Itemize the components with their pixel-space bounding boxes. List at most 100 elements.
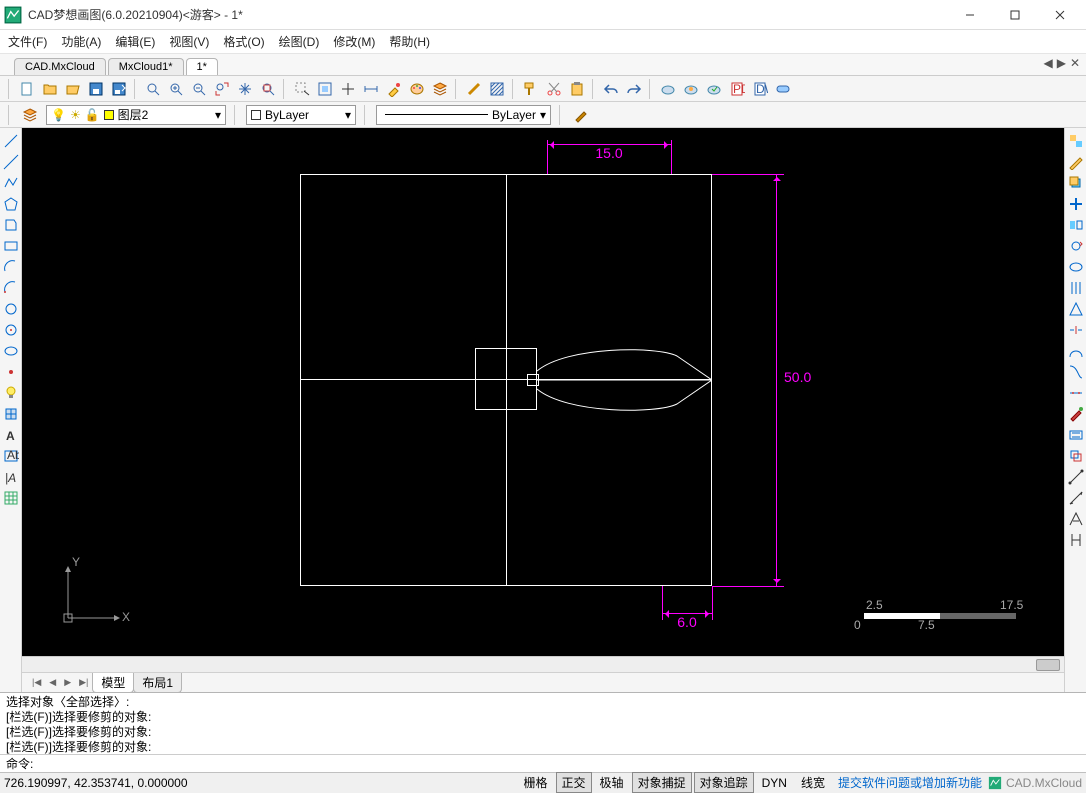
r-rect4-icon[interactable] — [1067, 447, 1085, 465]
r-dimH-icon[interactable] — [1067, 531, 1085, 549]
pan-icon[interactable] — [235, 79, 255, 99]
r-div-icon[interactable] — [1067, 384, 1085, 402]
point-icon[interactable] — [2, 363, 20, 381]
circle-icon[interactable] — [2, 300, 20, 318]
plus-icon[interactable] — [1067, 195, 1085, 213]
cloud3-icon[interactable] — [704, 79, 724, 99]
select-icon[interactable] — [292, 79, 312, 99]
scroll-thumb[interactable] — [1036, 659, 1060, 671]
dwg-icon[interactable]: DW — [750, 79, 770, 99]
new-icon[interactable] — [17, 79, 37, 99]
menu-file[interactable]: 文件(F) — [8, 33, 47, 50]
pdf-icon[interactable]: PDF — [727, 79, 747, 99]
ellipse-icon[interactable] — [2, 342, 20, 360]
selectall-icon[interactable] — [315, 79, 335, 99]
copyfmt-icon[interactable] — [521, 79, 541, 99]
r-layers-icon[interactable] — [1067, 174, 1085, 192]
status-lwt[interactable]: 线宽 — [795, 772, 831, 793]
zoomwin-icon[interactable] — [258, 79, 278, 99]
arc-icon[interactable] — [2, 258, 20, 276]
zoom-icon[interactable] — [143, 79, 163, 99]
polygon-icon[interactable] — [2, 195, 20, 213]
color-combo[interactable]: ByLayer ▾ — [246, 105, 356, 125]
r-arc3-icon[interactable] — [1067, 342, 1085, 360]
r-dim1-icon[interactable] — [1067, 468, 1085, 486]
shape-icon[interactable] — [2, 216, 20, 234]
status-polar[interactable]: 极轴 — [594, 772, 630, 793]
view-nav-prev-icon[interactable]: ◀ — [45, 677, 60, 688]
menu-help[interactable]: 帮助(H) — [389, 33, 430, 50]
saveas-icon[interactable] — [109, 79, 129, 99]
layers-icon[interactable] — [430, 79, 450, 99]
pick-icon[interactable] — [338, 79, 358, 99]
status-feedback-link[interactable]: 提交软件问题或增加新功能 — [838, 774, 982, 791]
status-grid[interactable]: 栅格 — [518, 772, 554, 793]
view-tab-model[interactable]: 模型 — [92, 673, 134, 693]
rotate-icon[interactable] — [1067, 237, 1085, 255]
zoomext-icon[interactable] — [212, 79, 232, 99]
save-icon[interactable] — [86, 79, 106, 99]
r-brush-icon[interactable] — [1067, 405, 1085, 423]
mtext-icon[interactable]: Ab — [2, 447, 20, 465]
props-icon[interactable] — [464, 79, 484, 99]
tab-nav-left-icon[interactable]: ◀ — [1043, 56, 1052, 70]
menu-function[interactable]: 功能(A) — [61, 33, 101, 50]
r-delta-icon[interactable] — [1067, 300, 1085, 318]
menu-draw[interactable]: 绘图(D) — [279, 33, 320, 50]
paint-icon[interactable] — [384, 79, 404, 99]
r-split-icon[interactable] — [1067, 321, 1085, 339]
undo-icon[interactable] — [601, 79, 621, 99]
dist-icon[interactable] — [361, 79, 381, 99]
menu-modify[interactable]: 修改(M) — [333, 33, 375, 50]
layer-combo[interactable]: 💡 ☀ 🔓 图层2 ▾ — [46, 105, 226, 125]
arc2-icon[interactable] — [2, 279, 20, 297]
palette-icon[interactable] — [407, 79, 427, 99]
pline-icon[interactable] — [2, 174, 20, 192]
cloud1-icon[interactable] — [658, 79, 678, 99]
xline-icon[interactable] — [2, 153, 20, 171]
circle2-icon[interactable] — [2, 321, 20, 339]
r-vline-icon[interactable] — [1067, 279, 1085, 297]
r-arc4-icon[interactable] — [1067, 363, 1085, 381]
mirror-icon[interactable] — [1067, 216, 1085, 234]
layermgr-icon[interactable] — [20, 105, 40, 125]
block-icon[interactable] — [2, 405, 20, 423]
open-icon[interactable] — [40, 79, 60, 99]
bulb2-icon[interactable] — [2, 384, 20, 402]
r-rect3-icon[interactable] — [1067, 426, 1085, 444]
line-icon[interactable] — [2, 132, 20, 150]
tab-1[interactable]: 1* — [186, 58, 218, 75]
tab-mxcloud1[interactable]: MxCloud1* — [108, 58, 184, 75]
cloud2-icon[interactable] — [681, 79, 701, 99]
menu-edit[interactable]: 编辑(E) — [115, 33, 155, 50]
brush-icon[interactable] — [571, 105, 591, 125]
tab-close-icon[interactable]: ✕ — [1070, 56, 1080, 70]
openfolder-icon[interactable] — [63, 79, 83, 99]
menu-view[interactable]: 视图(V) — [169, 33, 209, 50]
r-dim2-icon[interactable] — [1067, 489, 1085, 507]
cut-icon[interactable] — [544, 79, 564, 99]
view-nav-last-icon[interactable]: ▶| — [75, 677, 92, 688]
drawing-canvas[interactable]: 15.0 50.0 6.0 Y X — [22, 128, 1064, 656]
hatch-icon[interactable] — [487, 79, 507, 99]
redo-icon[interactable] — [624, 79, 644, 99]
status-dyn[interactable]: DYN — [756, 774, 793, 792]
view-nav-first-icon[interactable]: |◀ — [28, 677, 45, 688]
tab-nav-right-icon[interactable]: ▶ — [1057, 56, 1066, 70]
text-icon[interactable]: A — [2, 426, 20, 444]
toggle-icon[interactable] — [773, 79, 793, 99]
r-ellipse-icon[interactable] — [1067, 258, 1085, 276]
menu-format[interactable]: 格式(O) — [223, 33, 264, 50]
tab-cad-mxcloud[interactable]: CAD.MxCloud — [14, 58, 106, 75]
command-line[interactable]: 命令: — [0, 754, 1086, 772]
status-osnap[interactable]: 对象捕捉 — [632, 772, 692, 793]
r-dimA-icon[interactable] — [1067, 510, 1085, 528]
paste-icon[interactable] — [567, 79, 587, 99]
close-button[interactable] — [1037, 1, 1082, 29]
itext-icon[interactable]: |A — [2, 468, 20, 486]
status-ortho[interactable]: 正交 — [556, 772, 592, 793]
status-otrack[interactable]: 对象追踪 — [694, 772, 754, 793]
pencil-icon[interactable] — [1067, 153, 1085, 171]
rect-icon[interactable] — [2, 237, 20, 255]
maximize-button[interactable] — [992, 1, 1037, 29]
